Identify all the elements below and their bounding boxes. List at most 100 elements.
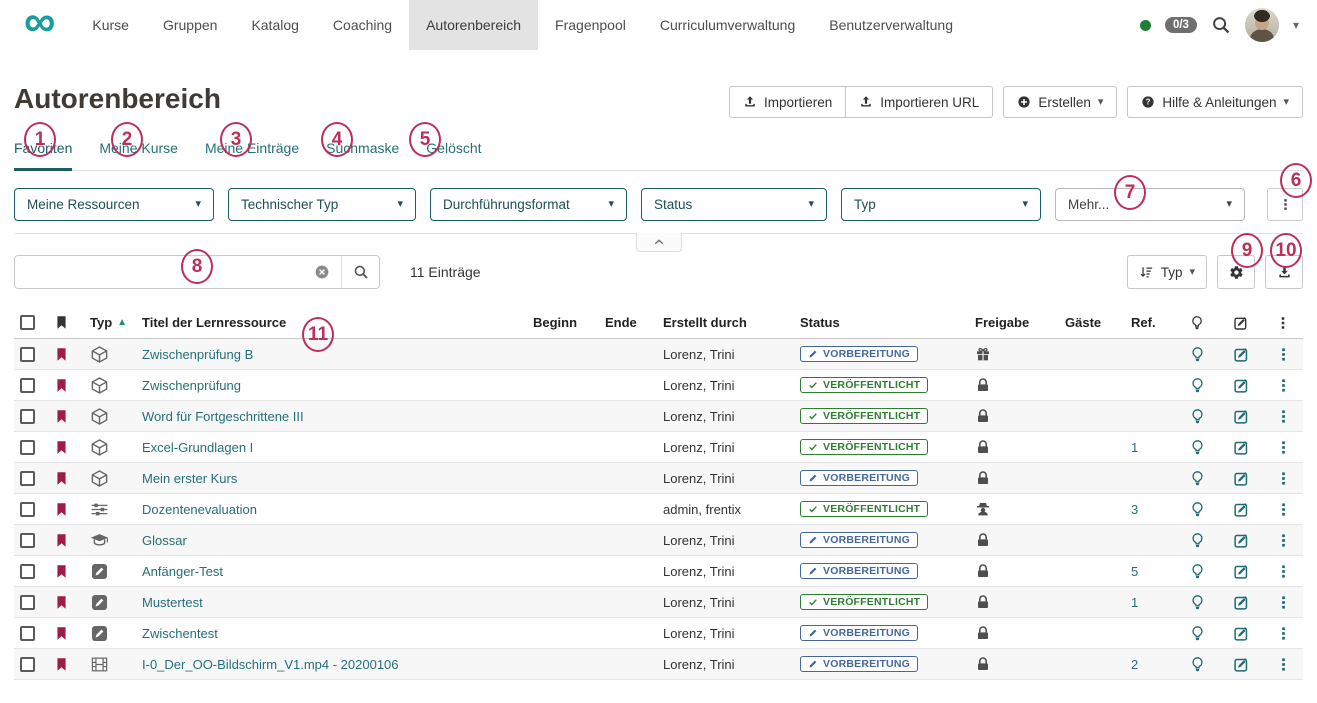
column-ref[interactable]: Ref. [1119, 315, 1175, 330]
clear-search-button[interactable] [303, 256, 341, 288]
search-icon[interactable] [1211, 15, 1231, 35]
openolat-logo[interactable]: ∞ [24, 0, 55, 44]
row-menu-button[interactable] [1275, 625, 1292, 642]
infos-lightbulb-button[interactable] [1189, 346, 1206, 363]
nav-item[interactable]: Curriculumverwaltung [643, 0, 812, 50]
row-checkbox[interactable] [20, 378, 35, 393]
tab[interactable]: Meine Einträge [205, 140, 299, 171]
row-menu-button[interactable] [1275, 346, 1292, 363]
ref-count-link[interactable]: 3 [1131, 502, 1138, 517]
tab[interactable]: Meine Kurse [99, 140, 178, 171]
table-row[interactable]: Mein erster Kurs Lorenz, Trini VORBEREIT… [14, 463, 1303, 494]
tab[interactable]: Favoriten [14, 140, 72, 171]
infos-lightbulb-button[interactable] [1189, 408, 1206, 425]
table-row[interactable]: I-0_Der_OO-Bildschirm_V1.mp4 - 20200106 … [14, 649, 1303, 680]
import-button[interactable]: Importieren [729, 86, 845, 118]
edit-button[interactable] [1233, 625, 1250, 642]
column-erstellt-durch[interactable]: Erstellt durch [649, 315, 786, 330]
filter-dropdown[interactable]: Mehr... ▾ [1055, 188, 1245, 221]
bookmark-icon[interactable] [54, 470, 69, 487]
column-gaeste[interactable]: Gäste [1053, 315, 1119, 330]
row-checkbox[interactable] [20, 471, 35, 486]
import-url-button[interactable]: Importieren URL [845, 86, 993, 118]
nav-item[interactable]: Katalog [234, 0, 315, 50]
resource-title-link[interactable]: Word für Fortgeschrittene III [142, 409, 304, 424]
infos-lightbulb-button[interactable] [1189, 532, 1206, 549]
nav-item[interactable]: Kurse [75, 0, 146, 50]
column-typ[interactable]: Typ ▲ [78, 315, 142, 330]
resource-title-link[interactable]: Zwischentest [142, 626, 218, 641]
resource-title-link[interactable]: Mein erster Kurs [142, 471, 237, 486]
table-row[interactable]: Mustertest Lorenz, Trini VERÖFFENTLICHT [14, 587, 1303, 618]
table-row[interactable]: Zwischenprüfung Lorenz, Trini VERÖFFENTL… [14, 370, 1303, 401]
row-checkbox[interactable] [20, 440, 35, 455]
infos-lightbulb-button[interactable] [1189, 501, 1206, 518]
nav-item[interactable]: Fragenpool [538, 0, 643, 50]
row-checkbox[interactable] [20, 657, 35, 672]
collapse-filters-button[interactable] [636, 233, 682, 252]
infos-lightbulb-button[interactable] [1189, 439, 1206, 456]
submit-search-button[interactable] [341, 256, 379, 288]
infos-lightbulb-button[interactable] [1189, 377, 1206, 394]
user-menu-caret-icon[interactable]: ▾ [1293, 18, 1299, 32]
filter-dropdown[interactable]: Meine Ressourcen ▾ [14, 188, 214, 221]
ref-count-link[interactable]: 1 [1131, 440, 1138, 455]
ref-count-link[interactable]: 1 [1131, 595, 1138, 610]
edit-button[interactable] [1233, 346, 1250, 363]
bookmark-icon[interactable] [54, 439, 69, 456]
row-menu-button[interactable] [1275, 532, 1292, 549]
bookmark-icon[interactable] [54, 346, 69, 363]
infos-lightbulb-button[interactable] [1189, 594, 1206, 611]
resource-title-link[interactable]: Mustertest [142, 595, 203, 610]
row-menu-button[interactable] [1275, 656, 1292, 673]
search-input[interactable] [15, 256, 303, 288]
export-download-button[interactable] [1265, 255, 1303, 289]
table-row[interactable]: Dozentenevaluation admin, frentix VERÖFF… [14, 494, 1303, 525]
bookmark-icon[interactable] [54, 532, 69, 549]
filter-dropdown[interactable]: Status ▾ [641, 188, 827, 221]
bookmark-icon[interactable] [54, 594, 69, 611]
edit-button[interactable] [1233, 408, 1250, 425]
avatar[interactable] [1245, 8, 1279, 42]
edit-button[interactable] [1233, 377, 1250, 394]
column-beginn[interactable]: Beginn [519, 315, 593, 330]
row-checkbox[interactable] [20, 533, 35, 548]
row-checkbox[interactable] [20, 409, 35, 424]
bookmark-icon[interactable] [54, 408, 69, 425]
row-menu-button[interactable] [1275, 594, 1292, 611]
resource-title-link[interactable]: Zwischenprüfung [142, 378, 241, 393]
infos-lightbulb-button[interactable] [1189, 470, 1206, 487]
chat-count-badge[interactable]: 0/3 [1165, 17, 1197, 33]
table-row[interactable]: Word für Fortgeschrittene III Lorenz, Tr… [14, 401, 1303, 432]
edit-button[interactable] [1233, 563, 1250, 580]
filter-dropdown[interactable]: Typ ▾ [841, 188, 1041, 221]
bookmark-icon[interactable] [54, 377, 69, 394]
resource-title-link[interactable]: Anfänger-Test [142, 564, 223, 579]
edit-button[interactable] [1233, 439, 1250, 456]
nav-item[interactable]: Autorenbereich [409, 0, 538, 50]
edit-button[interactable] [1233, 532, 1250, 549]
row-menu-button[interactable] [1275, 439, 1292, 456]
filter-dropdown[interactable]: Durchführungsformat ▾ [430, 188, 627, 221]
infos-lightbulb-button[interactable] [1189, 563, 1206, 580]
table-row[interactable]: Zwischentest Lorenz, Trini VORBEREITUNG [14, 618, 1303, 649]
row-checkbox[interactable] [20, 502, 35, 517]
column-freigabe[interactable]: Freigabe [961, 315, 1053, 330]
filter-dropdown[interactable]: Technischer Typ ▾ [228, 188, 416, 221]
bookmark-icon[interactable] [54, 625, 69, 642]
column-status[interactable]: Status [786, 315, 961, 330]
column-ende[interactable]: Ende [593, 315, 649, 330]
row-menu-button[interactable] [1275, 501, 1292, 518]
edit-button[interactable] [1233, 470, 1250, 487]
edit-button[interactable] [1233, 501, 1250, 518]
bookmark-icon[interactable] [54, 656, 69, 673]
bookmark-icon[interactable] [54, 563, 69, 580]
row-checkbox[interactable] [20, 626, 35, 641]
table-row[interactable]: Anfänger-Test Lorenz, Trini VORBEREITUNG [14, 556, 1303, 587]
bookmark-column-icon[interactable] [54, 314, 69, 331]
bookmark-icon[interactable] [54, 501, 69, 518]
resource-title-link[interactable]: Glossar [142, 533, 187, 548]
table-settings-button[interactable] [1217, 255, 1255, 289]
select-all-checkbox[interactable] [20, 315, 35, 330]
row-menu-button[interactable] [1275, 470, 1292, 487]
